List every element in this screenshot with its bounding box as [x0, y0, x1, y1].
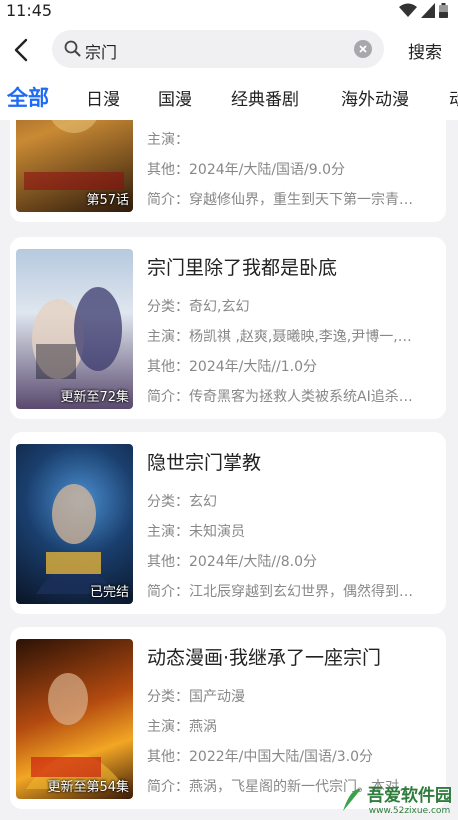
result-list: 第57话 主演： 其他：2024年/大陆/国语/9.0分 简介：穿越修仙界，重生… — [0, 120, 458, 820]
category-tabs: 全部 日漫 国漫 经典番剧 海外动漫 动 — [0, 76, 458, 120]
other-info-text: 其他：2024年/大陆/国语/9.0分 — [147, 162, 346, 178]
title-text: 动态漫画·我继承了一座宗门 — [147, 647, 382, 669]
cover-image: 已完结 — [16, 444, 133, 604]
intro-text: 简介：江北辰穿越到玄幻世界，偶然得到… — [147, 584, 413, 600]
other-info-text: 其他：2024年/大陆//8.0分 — [147, 554, 318, 570]
cover-image: 更新至第54集 — [16, 639, 133, 799]
search-query[interactable]: 宗门 — [85, 39, 117, 63]
wifi-icon — [399, 3, 417, 17]
episode-badge: 第57话 — [86, 193, 129, 208]
site-watermark: 吾爱软件园 www.52zixue.com — [339, 781, 452, 816]
search-header: 宗门 搜索 — [0, 24, 458, 76]
status-time: 11:45 — [6, 1, 53, 20]
result-card[interactable]: 更新至72集 宗门里除了我都是卧底 分类：奇幻,玄幻 主演：杨凯祺 ,赵爽,聂曦… — [10, 237, 446, 419]
status-badge: 已完结 — [89, 585, 129, 600]
cover-art-icon — [26, 673, 126, 789]
status-bar: 11:45 — [0, 0, 458, 24]
search-input[interactable]: 宗门 — [52, 30, 384, 68]
cover-image: 更新至72集 — [16, 249, 133, 409]
result-card[interactable]: 第57话 主演： 其他：2024年/大陆/国语/9.0分 简介：穿越修仙界，重生… — [10, 120, 446, 222]
intro-text: 简介：穿越修仙界，重生到天下第一宗青… — [147, 192, 413, 208]
cast-text: 主演：杨凯祺 ,赵爽,聂曦映,李逸,尹博一,… — [147, 329, 412, 345]
tab-more[interactable]: 动 — [449, 85, 458, 110]
result-card[interactable]: 已完结 隐世宗门掌教 分类：玄幻 主演：未知演员 其他：2024年/大陆//8.… — [10, 432, 446, 614]
episode-badge: 更新至72集 — [60, 390, 129, 405]
other-info-text: 其他：2024年/大陆//1.0分 — [147, 359, 318, 375]
watermark-title: 吾爱软件园 — [367, 786, 452, 806]
cover-image: 第57话 — [16, 120, 133, 212]
watermark-logo-icon — [343, 788, 361, 811]
cover-art-icon — [36, 484, 116, 594]
tab-japanese-anime[interactable]: 日漫 — [86, 85, 120, 110]
back-arrow-icon[interactable] — [10, 36, 34, 64]
episode-badge: 更新至第54集 — [47, 780, 129, 795]
cast-text: 主演：未知演员 — [147, 524, 245, 540]
category-text: 分类：奇幻,玄幻 — [147, 299, 250, 315]
tab-overseas-anime[interactable]: 海外动漫 — [341, 85, 409, 110]
search-button[interactable]: 搜索 — [408, 38, 442, 63]
tab-chinese-anime[interactable]: 国漫 — [158, 85, 192, 110]
cast-text: 主演： — [147, 132, 189, 148]
other-info-text: 其他：2022年/中国大陆/国语/3.0分 — [147, 749, 374, 765]
cast-text: 主演：燕涡 — [147, 719, 217, 735]
intro-text: 简介：传奇黑客为拯救人类被系统AI追杀… — [147, 389, 413, 405]
clear-icon[interactable] — [354, 40, 372, 58]
watermark-url: www.52zixue.com — [368, 806, 451, 816]
title-text: 宗门里除了我都是卧底 — [147, 257, 338, 279]
battery-icon — [439, 3, 448, 18]
tab-classic-series[interactable]: 经典番剧 — [231, 85, 299, 110]
category-text: 分类：玄幻 — [147, 494, 217, 510]
search-icon — [64, 40, 81, 57]
title-text: 隐世宗门掌教 — [147, 452, 262, 474]
signal-icon — [421, 3, 435, 18]
status-icons — [399, 3, 448, 18]
tab-all[interactable]: 全部 — [7, 82, 49, 112]
category-text: 分类：国产动漫 — [147, 689, 245, 705]
cover-art-icon — [32, 287, 122, 379]
